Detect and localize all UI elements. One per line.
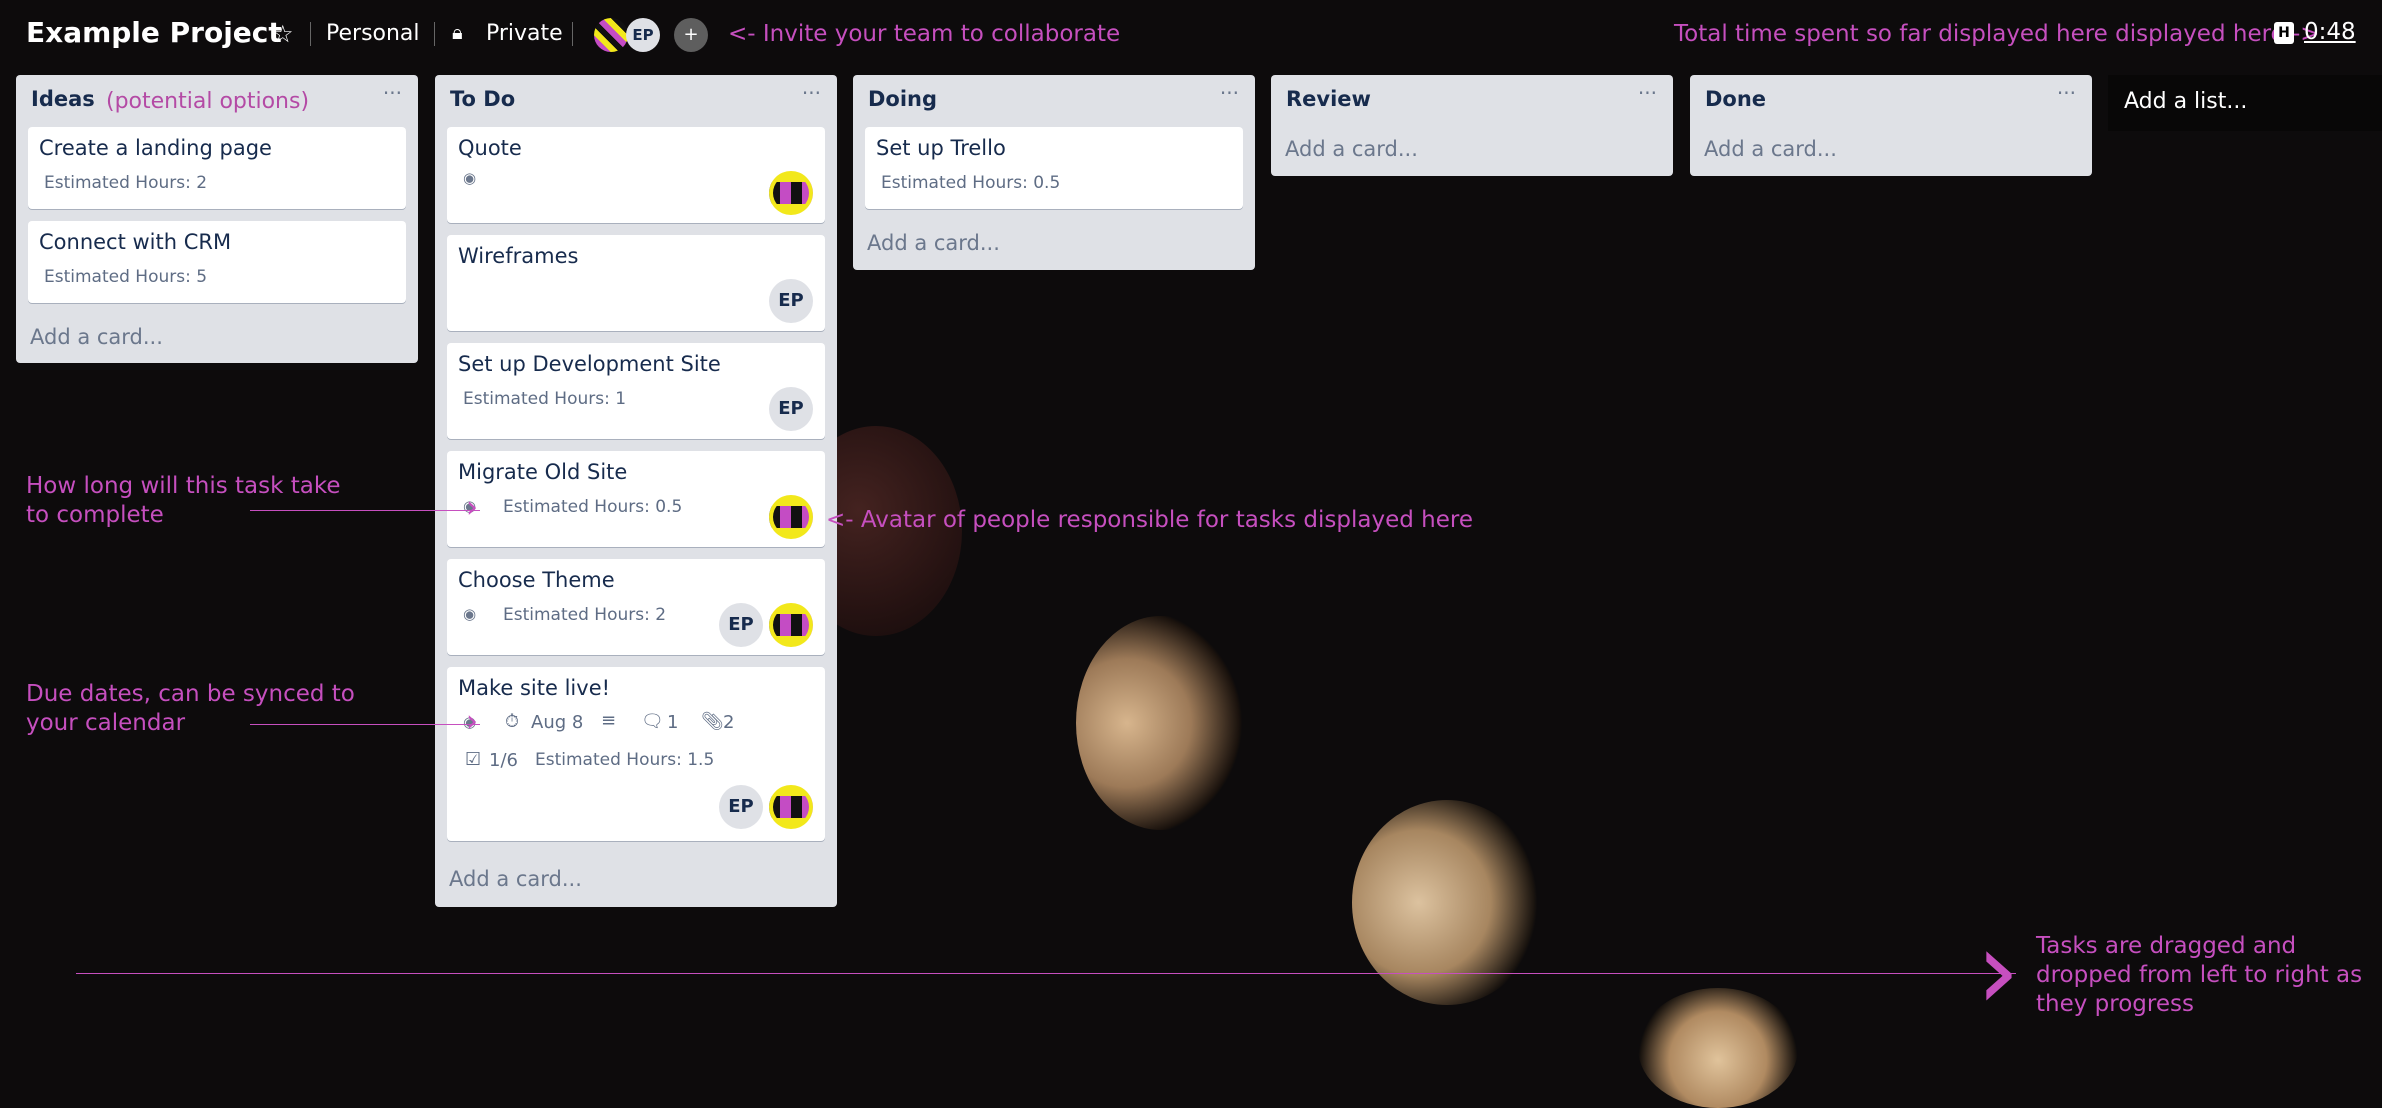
list-menu-icon[interactable]: ··· (2057, 81, 2076, 105)
member-avatar[interactable]: EP (769, 279, 813, 323)
visibility-button[interactable]: Private (486, 21, 563, 46)
card[interactable]: Choose Theme ◉ Estimated Hours: 2 EP (447, 559, 825, 655)
timer-icon[interactable]: H (2274, 22, 2294, 44)
member-avatar[interactable]: EP (626, 18, 660, 52)
list-menu-icon[interactable]: ··· (1220, 81, 1239, 105)
member-avatar[interactable] (769, 495, 813, 539)
checklist-count: 1/6 (489, 750, 518, 771)
comment-icon: 🗨︎ (641, 711, 664, 732)
list-review: Review ··· Add a card... (1271, 75, 1673, 176)
list-title[interactable]: To Do (450, 87, 515, 111)
board-title[interactable]: Example Project (26, 16, 282, 49)
header-divider (310, 22, 311, 46)
due-date-badge[interactable]: Aug 8 (531, 712, 583, 733)
star-icon[interactable]: ☆ (272, 20, 294, 48)
card-title: Wireframes (458, 244, 579, 268)
list-done: Done ··· Add a card... (1690, 75, 2092, 176)
member-avatar[interactable]: EP (719, 603, 763, 647)
card-title: Make site live! (458, 676, 611, 700)
annotation-arrow (250, 510, 480, 511)
card-estimate: Estimated Hours: 2 (44, 173, 208, 193)
description-icon: ≡ (601, 710, 617, 731)
add-list-label: Add a list... (2124, 89, 2248, 114)
team-button[interactable]: Personal (326, 21, 420, 46)
list-todo: To Do ··· Quote ◉ Wireframes EP Set up D… (435, 75, 837, 907)
annotation-arrowhead: › (466, 490, 478, 525)
add-card-button[interactable]: Add a card... (30, 325, 163, 349)
list-title[interactable]: Done (1705, 87, 1766, 111)
list-title[interactable]: Review (1286, 87, 1371, 111)
flow-arrow (76, 973, 2016, 974)
add-card-button[interactable]: Add a card... (449, 867, 582, 891)
member-avatar[interactable] (769, 785, 813, 829)
list-title[interactable]: Doing (868, 87, 937, 111)
invite-annotation: <- Invite your team to collaborate (728, 21, 1121, 47)
flow-annotation: Tasks are dragged and dropped from left … (2036, 933, 2363, 1017)
header-divider (572, 22, 573, 46)
card-title: Migrate Old Site (458, 460, 628, 484)
card-title: Set up Development Site (458, 352, 721, 376)
card-title: Connect with CRM (39, 230, 232, 254)
member-avatar[interactable] (769, 603, 813, 647)
add-card-button[interactable]: Add a card... (1704, 137, 1837, 161)
list-subtitle: (potential options) (106, 89, 310, 114)
card[interactable]: Set up Development Site Estimated Hours:… (447, 343, 825, 439)
add-card-button[interactable]: Add a card... (867, 231, 1000, 255)
member-avatar[interactable]: EP (769, 387, 813, 431)
card[interactable]: Set up Trello Estimated Hours: 0.5 (865, 127, 1243, 209)
due-annotation: Due dates, can be synced to your calenda… (26, 681, 355, 736)
card-estimate: Estimated Hours: 2 (503, 605, 667, 625)
background-moon (1352, 800, 1542, 1005)
card[interactable]: Wireframes EP (447, 235, 825, 331)
estimate-annotation: How long will this task take to complete (26, 473, 341, 528)
list-title[interactable]: Ideas (31, 87, 95, 111)
card[interactable]: Migrate Old Site ◉ Estimated Hours: 0.5 (447, 451, 825, 547)
card-estimate: Estimated Hours: 0.5 (503, 497, 683, 517)
card-estimate: Estimated Hours: 5 (44, 267, 208, 287)
list-ideas: Ideas (potential options) ··· Create a l… (16, 75, 418, 363)
card-title: Create a landing page (39, 136, 272, 160)
board-header: Example Project ☆ Personal 🔒︎ Private EP… (0, 0, 2382, 70)
card-estimate: Estimated Hours: 1 (463, 389, 627, 409)
attachments-count: 2 (723, 712, 735, 733)
annotation-arrowhead: › (466, 704, 478, 739)
background-moon (1638, 988, 1798, 1108)
card-title: Set up Trello (876, 136, 1006, 160)
member-avatar[interactable] (769, 171, 813, 215)
watch-icon: ◉ (463, 605, 477, 623)
card[interactable]: Quote ◉ (447, 127, 825, 223)
lock-icon[interactable]: 🔒︎ (452, 20, 463, 44)
card-estimate: Estimated Hours: 1.5 (535, 750, 715, 770)
add-card-button[interactable]: Add a card... (1285, 137, 1418, 161)
annotation-arrow (250, 724, 480, 725)
member-avatar[interactable]: EP (719, 785, 763, 829)
background-moon (1076, 616, 1246, 830)
time-annotation: Total time spent so far displayed here d… (1674, 21, 2320, 47)
member-avatar[interactable] (594, 18, 628, 52)
list-doing: Doing ··· Set up Trello Estimated Hours:… (853, 75, 1255, 270)
watch-icon: ◉ (463, 169, 477, 187)
card-title: Choose Theme (458, 568, 615, 592)
clock-icon: ⏱ (505, 711, 520, 732)
list-menu-icon[interactable]: ··· (802, 81, 821, 105)
add-list-button[interactable]: Add a list... (2108, 75, 2382, 131)
avatar-annotation: <- Avatar of people responsible for task… (826, 507, 1473, 533)
list-menu-icon[interactable]: ··· (1638, 81, 1657, 105)
card-title: Quote (458, 136, 522, 160)
card[interactable]: Create a landing page Estimated Hours: 2 (28, 127, 406, 209)
card-estimate: Estimated Hours: 0.5 (881, 173, 1061, 193)
list-menu-icon[interactable]: ··· (383, 81, 402, 105)
checklist-icon: ☑ (465, 749, 482, 770)
comments-count: 1 (667, 712, 679, 733)
flow-arrowhead: › (1976, 906, 2020, 1034)
card[interactable]: Connect with CRM Estimated Hours: 5 (28, 221, 406, 303)
add-member-icon[interactable]: + (674, 18, 708, 52)
card[interactable]: Make site live! ◉ ⏱ Aug 8 ≡ 🗨︎ 1 📎︎ 2 ☑ … (447, 667, 825, 841)
attachment-icon: 📎︎ (701, 711, 724, 732)
timer-value[interactable]: 0:48 (2304, 19, 2356, 45)
header-divider (434, 22, 435, 46)
